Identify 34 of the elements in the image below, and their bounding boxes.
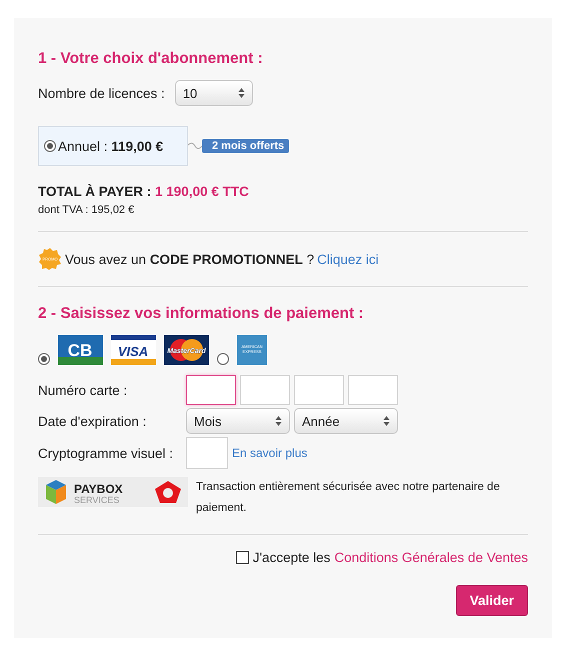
radio-button[interactable]: [217, 353, 229, 365]
security-text: Transaction entièrement sécurisée avec notre partenaire de paiement.: [196, 480, 501, 516]
radio-button[interactable]: [44, 140, 56, 152]
paybox-logo: PAYBOX SERVICES: [38, 477, 188, 507]
tax-text: dont TVA : 195,02 €: [38, 204, 136, 216]
offer-badge: 2 mois offerts: [202, 139, 290, 153]
promo-text: Vous avez un CODE PROMOTIONNEL ?: [65, 252, 314, 266]
card-number-field[interactable]: [186, 375, 236, 405]
cvv-field[interactable]: [186, 437, 228, 469]
terms-link[interactable]: Conditions Générales de Ventes: [334, 550, 528, 565]
card-logo: CB: [58, 335, 103, 365]
card-number-label: Numéro carte :: [38, 382, 128, 398]
info-link[interactable]: En savoir plus: [232, 446, 308, 460]
year-select[interactable]: Année: [294, 408, 398, 434]
licences-select[interactable]: 10: [174, 80, 253, 106]
expiry-label: Date d'expiration :: [38, 414, 148, 428]
stepper-icon: [383, 415, 390, 427]
terms-text: J'accepte les: [252, 550, 330, 565]
section-title: 1 - Votre choix d'abonnement :: [38, 50, 264, 68]
string-icon: [188, 141, 202, 151]
cvv-label: Cryptogramme visuel :: [38, 446, 174, 460]
promo-link[interactable]: Cliquez ici: [317, 252, 379, 266]
stepper-icon: [238, 87, 245, 99]
radio-button[interactable]: [38, 353, 50, 365]
submit-button[interactable]: Valider: [456, 585, 528, 616]
section-title: 2 - Saisissez vos informations de paiement :: [38, 305, 365, 323]
terms-checkbox[interactable]: [236, 551, 249, 564]
licences-label: Nombre de licences :: [38, 86, 165, 100]
card-logo: VISA: [111, 335, 156, 365]
stepper-icon: [275, 415, 282, 427]
total-text: TOTAL À PAYER : 1 190,00 € TTC: [38, 184, 250, 199]
plan-option[interactable]: Annuel : 119,00 €: [38, 126, 188, 166]
plan-label: Annuel : 119,00 €: [58, 138, 164, 154]
month-select[interactable]: Mois: [186, 408, 290, 434]
